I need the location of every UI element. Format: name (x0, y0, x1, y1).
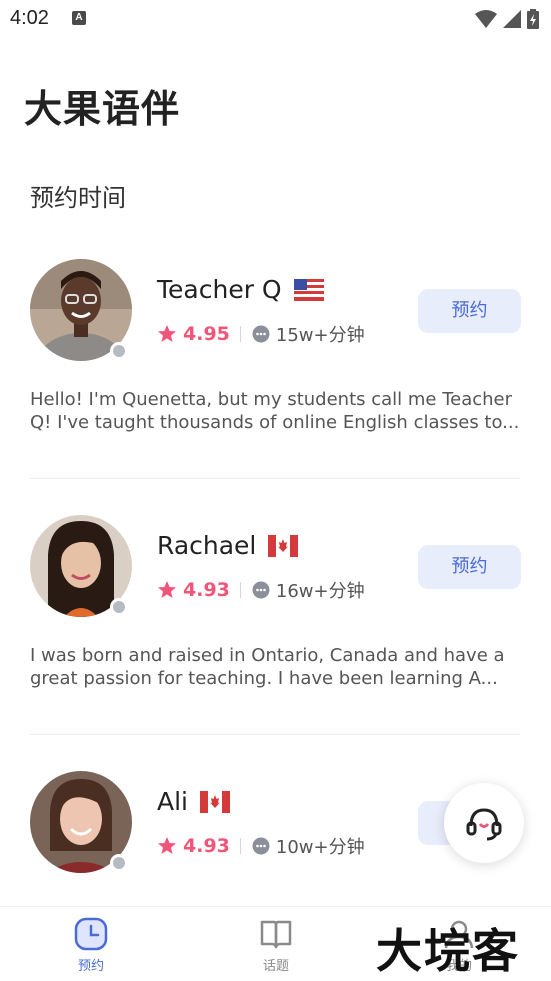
notification-badge-icon: A (72, 11, 86, 25)
separator (239, 838, 241, 854)
clock-icon (74, 917, 108, 951)
tab-booking[interactable]: 预约 (41, 917, 141, 974)
status-dot (110, 598, 128, 616)
status-icons (475, 8, 539, 30)
watermark: 大垸客 (376, 924, 520, 978)
wifi-icon (475, 10, 497, 28)
divider (30, 478, 520, 479)
divider (30, 734, 520, 735)
tab-topics[interactable]: 话题 (226, 917, 326, 974)
chat-icon (252, 325, 270, 343)
meta-row: 4.93 16w+分钟 (157, 577, 365, 603)
meta-row: 4.95 15w+分钟 (157, 321, 365, 347)
name-row: Teacher Q (157, 275, 324, 304)
separator (239, 326, 241, 342)
status-bar: 4:02 A (0, 0, 551, 38)
chat-icon (252, 581, 270, 599)
headset-icon (466, 808, 502, 841)
rating-value: 4.93 (183, 835, 230, 857)
app-screen: 4:02 A 大果语伴 预约时间 Teacher Q 4.95 15w+分钟 预… (0, 0, 551, 981)
app-title: 大果语伴 (24, 87, 181, 131)
tab-label: 预约 (77, 959, 104, 974)
star-icon (158, 581, 176, 598)
signal-icon (503, 10, 521, 28)
status-time: 4:02 (10, 7, 49, 29)
chat-icon (252, 837, 270, 855)
tab-label: 话题 (262, 959, 289, 974)
star-icon (158, 837, 176, 854)
status-dot (110, 854, 128, 872)
book-button[interactable]: 预约 (418, 545, 521, 589)
us-flag-icon (293, 278, 324, 301)
status-dot (110, 342, 128, 360)
teacher-list: Teacher Q 4.95 15w+分钟 预约 Hello! I'm Quen (0, 245, 551, 981)
teacher-name: Rachael (157, 531, 257, 560)
book-button[interactable]: 预约 (418, 289, 521, 333)
name-row: Rachael (157, 531, 299, 560)
teacher-description: I was born and raised in Ontario, Canada… (30, 645, 505, 689)
separator (239, 582, 241, 598)
canada-flag-icon (200, 790, 230, 813)
teacher-description: Hello! I'm Quenetta, but my students cal… (30, 389, 520, 433)
minutes-taught: 15w+分钟 (275, 325, 365, 346)
battery-icon (527, 9, 539, 29)
meta-row: 4.93 10w+分钟 (157, 833, 365, 859)
minutes-taught: 10w+分钟 (275, 837, 365, 858)
name-row: Ali (157, 787, 230, 816)
teacher-name: Ali (157, 787, 188, 816)
teacher-card[interactable]: Rachael 4.93 16w+分钟 预约 I was born and ra… (0, 501, 551, 757)
section-title: 预约时间 (30, 184, 126, 212)
rating-value: 4.95 (183, 323, 230, 345)
customer-support-button[interactable] (444, 783, 524, 863)
teacher-card[interactable]: Teacher Q 4.95 15w+分钟 预约 Hello! I'm Quen (0, 245, 551, 501)
minutes-taught: 16w+分钟 (275, 581, 365, 602)
book-icon (260, 920, 292, 949)
teacher-name: Teacher Q (157, 275, 282, 304)
star-icon (158, 325, 176, 342)
canada-flag-icon (268, 534, 299, 557)
rating-value: 4.93 (183, 579, 230, 601)
